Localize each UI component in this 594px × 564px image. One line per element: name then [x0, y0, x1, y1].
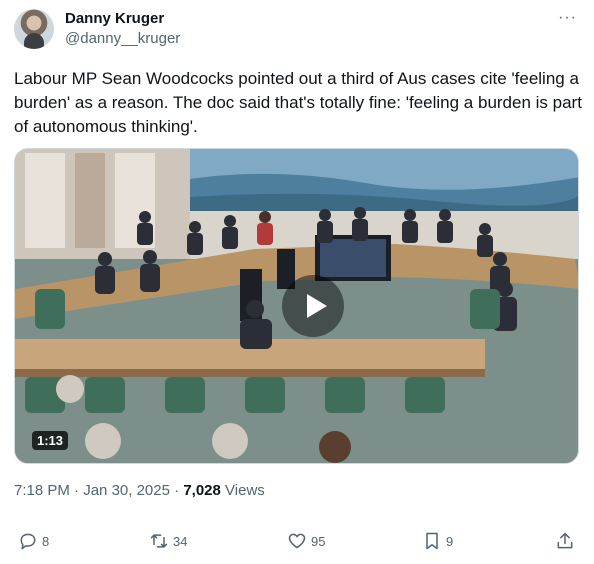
- reply-count: 8: [42, 533, 50, 549]
- bookmark-count: 9: [446, 533, 454, 549]
- tweet-meta: 7:18 PM · Jan 30, 2025 · 7,028 Views: [14, 482, 265, 500]
- bookmark-icon: [426, 532, 438, 550]
- avatar[interactable]: [14, 9, 54, 49]
- tweet-time[interactable]: 7:18 PM: [14, 482, 70, 499]
- tweet-date[interactable]: Jan 30, 2025: [83, 482, 170, 499]
- video-duration: 1:13: [32, 431, 69, 450]
- play-icon[interactable]: [282, 275, 344, 337]
- share-icon: [557, 532, 573, 549]
- views-count: 7,028: [183, 482, 221, 499]
- repost-count: 34: [173, 533, 188, 549]
- video-player[interactable]: 1:13: [14, 148, 579, 464]
- views-label: Views: [225, 482, 265, 499]
- tweet-text: Labour MP Sean Woodcocks pointed out a t…: [14, 69, 582, 136]
- bookmark-button[interactable]: 9: [422, 530, 453, 552]
- repost-icon: [150, 534, 168, 548]
- action-bar: 8 34 95 9: [0, 530, 594, 554]
- author-name[interactable]: Danny Kruger: [65, 10, 164, 28]
- like-icon: [288, 533, 306, 549]
- author-handle[interactable]: @danny__kruger: [65, 30, 180, 48]
- meta-separator: ·: [174, 482, 184, 499]
- repost-button[interactable]: 34: [149, 530, 187, 552]
- meta-separator: ·: [74, 482, 84, 499]
- more-icon[interactable]: ···: [558, 10, 577, 26]
- like-button[interactable]: 95: [287, 530, 325, 552]
- reply-button[interactable]: 8: [18, 530, 49, 552]
- share-button[interactable]: [555, 530, 579, 552]
- reply-icon: [20, 533, 36, 550]
- like-count: 95: [311, 533, 326, 549]
